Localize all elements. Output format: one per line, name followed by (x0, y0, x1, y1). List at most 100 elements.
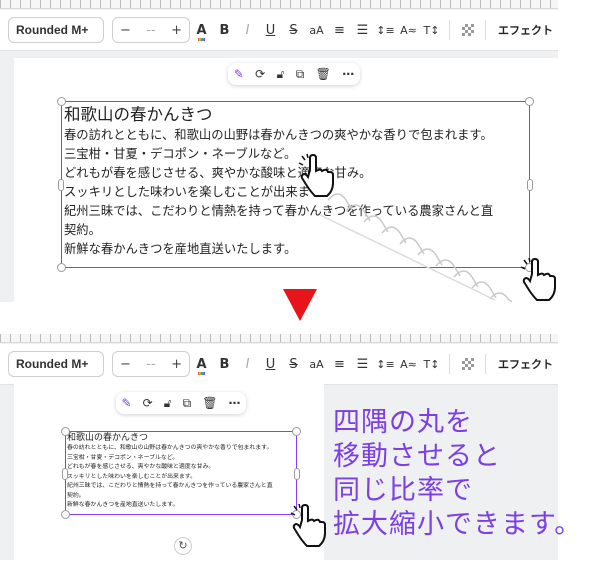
lock-icon[interactable]: 🔓︎ (164, 396, 172, 411)
instruction-caption: 四隅の丸を 移動させると 同じ比率で 拡大縮小できます。 (333, 406, 582, 542)
resize-handle-top-left[interactable] (57, 97, 66, 106)
text-style-icon: A≈ (400, 357, 417, 371)
comment-icon[interactable]: ⟳ (143, 396, 153, 410)
textbox-body: 春の訪れとともに、和歌山の山野は春かんきつの爽やかな香りで包まれます。 三宝柑・… (67, 444, 273, 511)
italic-button[interactable]: I (236, 351, 259, 377)
align-button[interactable]: ≡ (328, 17, 351, 43)
bold-icon: B (219, 356, 230, 372)
textbox-line: 新鮮な春かんきつを産地直送いたします。 (67, 502, 179, 508)
vertical-text-icon: T↕ (423, 23, 440, 37)
align-button[interactable]: ≡ (328, 351, 351, 377)
underline-button[interactable]: U (259, 351, 282, 377)
font-selector[interactable]: Rounded M+ (8, 17, 104, 43)
caption-line: 移動させると (333, 441, 501, 472)
floating-action-bar: ✎ ⟳ 🔓︎ ⧉ 🗑︎ ⋯ (228, 63, 360, 85)
underline-icon: U (265, 22, 276, 38)
italic-button[interactable]: I (236, 17, 259, 43)
font-selector[interactable]: Rounded M+ (8, 351, 104, 377)
delete-icon[interactable]: 🗑︎ (202, 396, 217, 410)
duplicate-icon[interactable]: ⧉ (183, 396, 192, 411)
resize-handle-top-right[interactable] (292, 427, 301, 436)
case-icon: aA (309, 23, 324, 37)
list-icon: ☰ (356, 356, 369, 372)
lock-icon[interactable]: 🔓︎ (277, 67, 285, 82)
size-value[interactable]: -- (146, 357, 155, 372)
textbox-title: 和歌山の春かんきつ (64, 105, 213, 124)
size-plus-button[interactable]: + (171, 23, 182, 38)
text-style-button[interactable]: A≈ (397, 351, 420, 377)
text-style-button[interactable]: A≈ (397, 17, 420, 43)
spacing-icon: ↕≡ (376, 357, 395, 371)
resize-handle-bottom-left[interactable] (57, 263, 66, 272)
down-arrow-indicator (283, 289, 317, 321)
bold-button[interactable]: B (213, 17, 236, 43)
text-toolbar: Rounded M+ − -- + A B I U S aA ≡ ☰ ↕≡ A≈… (0, 10, 558, 51)
resize-handle-left[interactable] (62, 468, 68, 480)
toolbar-divider (485, 20, 486, 40)
selected-textbox[interactable]: 和歌山の春かんきつ 春の訪れとともに、和歌山の山野は春かんきつの爽やかな香りで包… (61, 427, 301, 519)
align-icon: ≡ (334, 22, 345, 38)
transparency-button[interactable] (456, 17, 479, 43)
resize-handle-top-left[interactable] (61, 427, 70, 436)
textbox-line: どれもが春を感じさせる、爽やかな酸味と適度な甘み。 (67, 464, 215, 470)
text-toolbar: Rounded M+ − -- + A B I U S aA ≡ ☰ ↕≡ A≈… (0, 344, 558, 385)
text-color-icon: A (196, 356, 207, 375)
bold-button[interactable]: B (213, 351, 236, 377)
size-value[interactable]: -- (146, 23, 155, 38)
font-size-stepper[interactable]: − -- + (112, 351, 190, 377)
resize-handle-bottom-left[interactable] (61, 510, 70, 519)
resize-handle-top-right[interactable] (525, 97, 534, 106)
strikethrough-button[interactable]: S (282, 17, 305, 43)
italic-icon: I (245, 22, 250, 38)
floating-action-bar: ✎ ⟳ 🔓︎ ⧉ 🗑︎ ⋯ (116, 392, 246, 414)
duplicate-icon[interactable]: ⧉ (296, 67, 305, 82)
case-button[interactable]: aA (305, 17, 328, 43)
comment-icon[interactable]: ⟳ (255, 67, 265, 81)
size-minus-button[interactable]: − (120, 357, 131, 372)
list-button[interactable]: ☰ (351, 17, 374, 43)
hand-cursor-icon (298, 154, 334, 197)
vertical-text-button[interactable]: T↕ (420, 351, 443, 377)
strikethrough-icon: S (289, 22, 298, 38)
list-button[interactable]: ☰ (351, 351, 374, 377)
font-size-stepper[interactable]: − -- + (112, 17, 190, 43)
spacing-button[interactable]: ↕≡ (374, 17, 397, 43)
rotate-icon[interactable]: ↻ (174, 537, 192, 555)
text-color-button[interactable]: A (190, 351, 213, 377)
font-name: Rounded M+ (16, 357, 89, 371)
resize-handle-right[interactable] (294, 468, 300, 480)
textbox-line: 春の訪れとともに、和歌山の山野は春かんきつの爽やかな香りで包まれます。 (64, 128, 493, 142)
magic-edit-icon[interactable]: ✎ (234, 67, 244, 81)
more-icon[interactable]: ⋯ (342, 67, 354, 81)
textbox-line: 契約。 (67, 492, 85, 499)
more-icon[interactable]: ⋯ (228, 396, 240, 410)
font-name: Rounded M+ (16, 23, 89, 37)
spacing-icon: ↕≡ (376, 23, 395, 37)
transparency-button[interactable] (456, 351, 479, 377)
toolbar-divider (485, 354, 486, 374)
spacing-button[interactable]: ↕≡ (374, 351, 397, 377)
size-plus-button[interactable]: + (171, 357, 182, 372)
magic-edit-icon[interactable]: ✎ (122, 396, 132, 410)
underline-button[interactable]: U (259, 17, 282, 43)
effects-button[interactable]: エフェクト (498, 356, 553, 372)
effects-button[interactable]: エフェクト (498, 22, 553, 38)
resize-handle-left[interactable] (58, 179, 64, 191)
vertical-text-button[interactable]: T↕ (420, 17, 443, 43)
text-color-button[interactable]: A (190, 17, 213, 43)
toolbar-divider (449, 354, 450, 374)
case-button[interactable]: aA (305, 351, 328, 377)
strikethrough-button[interactable]: S (282, 351, 305, 377)
transparency-icon (461, 24, 474, 36)
textbox-line: 三宝柑・甘夏・デコポン・ネーブルなど。 (67, 454, 179, 461)
caption-line: 四隅の丸を (333, 407, 473, 438)
underline-icon: U (265, 356, 276, 372)
textbox-line: スッキリとした味わいを楽しむことが出来ます。 (67, 473, 197, 480)
textbox-title: 和歌山の春かんきつ (67, 433, 149, 443)
caption-line: 同じ比率で (333, 475, 473, 506)
hand-cursor-icon (520, 258, 556, 301)
delete-icon[interactable]: 🗑︎ (316, 67, 331, 81)
ruler (0, 334, 558, 343)
italic-icon: I (245, 356, 250, 372)
size-minus-button[interactable]: − (120, 23, 131, 38)
